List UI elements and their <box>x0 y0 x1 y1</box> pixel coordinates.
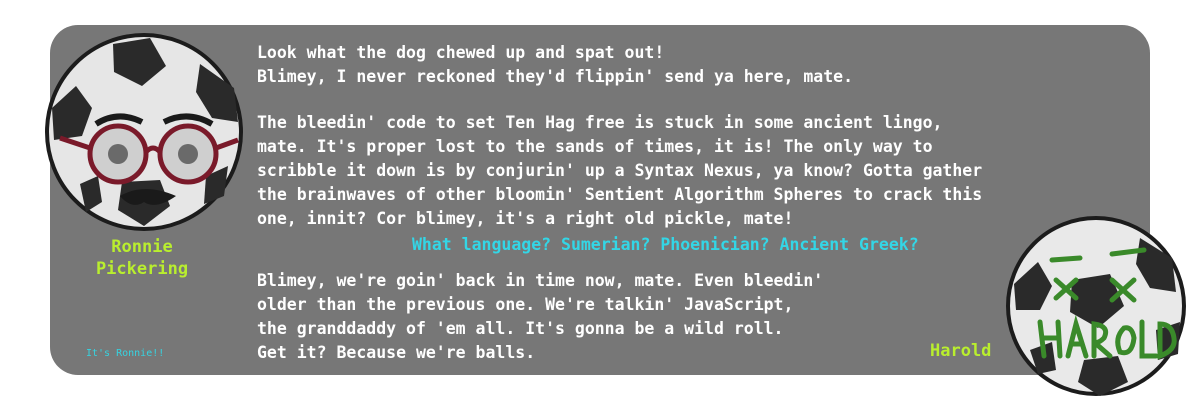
dialog-line-story: The bleedin' code to set Ten Hag free is… <box>257 113 983 228</box>
speaker-caption: It's Ronnie!! <box>86 348 165 359</box>
speaker-name: Ronnie Pickering <box>95 237 189 279</box>
ronnie-soccer-ball-portrait <box>45 33 243 231</box>
harold-soccer-ball-portrait <box>1006 216 1186 396</box>
dialog-line-reply: Blimey, we're goin' back in time now, ma… <box>257 271 824 362</box>
partner-name: Harold <box>930 341 992 361</box>
dialog-line-greeting: Look what the dog chewed up and spat out… <box>257 43 854 86</box>
dialog-choice-option[interactable]: What language? Sumerian? Phoenician? Anc… <box>412 235 919 254</box>
